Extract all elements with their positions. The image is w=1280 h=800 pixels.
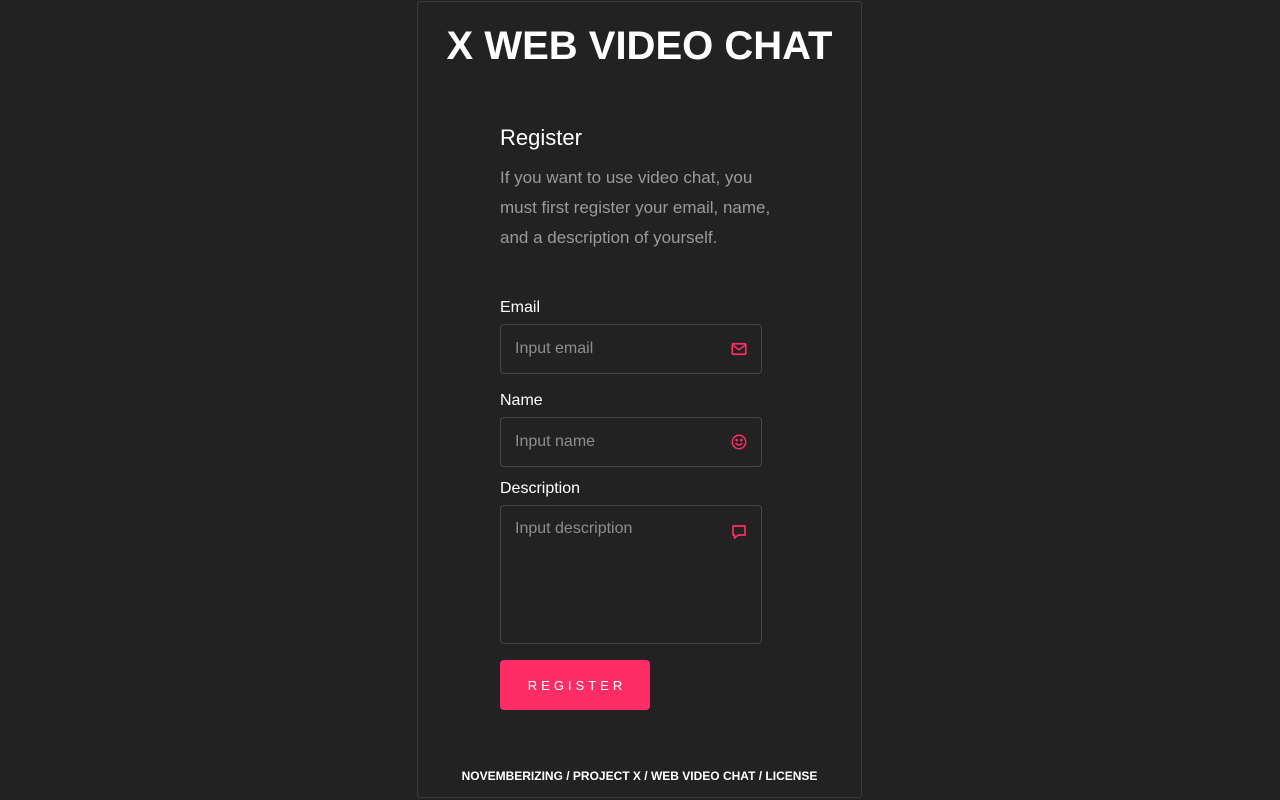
- footer-separator: /: [562, 769, 573, 783]
- smile-icon: [731, 434, 747, 450]
- footer-link-web-video-chat[interactable]: WEB VIDEO CHAT: [651, 769, 755, 783]
- main-panel: X WEB VIDEO CHAT Register If you want to…: [417, 1, 862, 798]
- name-input[interactable]: [515, 432, 715, 452]
- message-icon: [732, 525, 746, 539]
- footer-separator: /: [755, 769, 766, 783]
- email-field-wrapper: [500, 324, 762, 374]
- name-field-wrapper: [500, 417, 762, 467]
- email-input[interactable]: [515, 339, 715, 359]
- footer-separator: /: [640, 769, 651, 783]
- footer-link-project-x[interactable]: PROJECT X: [573, 769, 641, 783]
- name-label: Name: [500, 392, 543, 409]
- description-field-wrapper: [500, 505, 762, 644]
- footer-link-license[interactable]: LICENSE: [765, 769, 817, 783]
- app-title: X WEB VIDEO CHAT: [446, 24, 833, 68]
- footer-links: NOVEMBERIZING / PROJECT X / WEB VIDEO CH…: [418, 769, 861, 783]
- email-label: Email: [500, 299, 541, 316]
- register-button[interactable]: REGISTER: [500, 660, 650, 710]
- description-label: Description: [500, 480, 581, 497]
- mail-icon: [731, 342, 747, 356]
- description-textarea[interactable]: [515, 520, 715, 630]
- footer-link-novemberizing[interactable]: NOVEMBERIZING: [462, 769, 563, 783]
- register-form: Register If you want to use video chat, …: [500, 125, 780, 710]
- form-description: If you want to use video chat, you must …: [500, 168, 771, 247]
- form-title: Register: [500, 125, 582, 150]
